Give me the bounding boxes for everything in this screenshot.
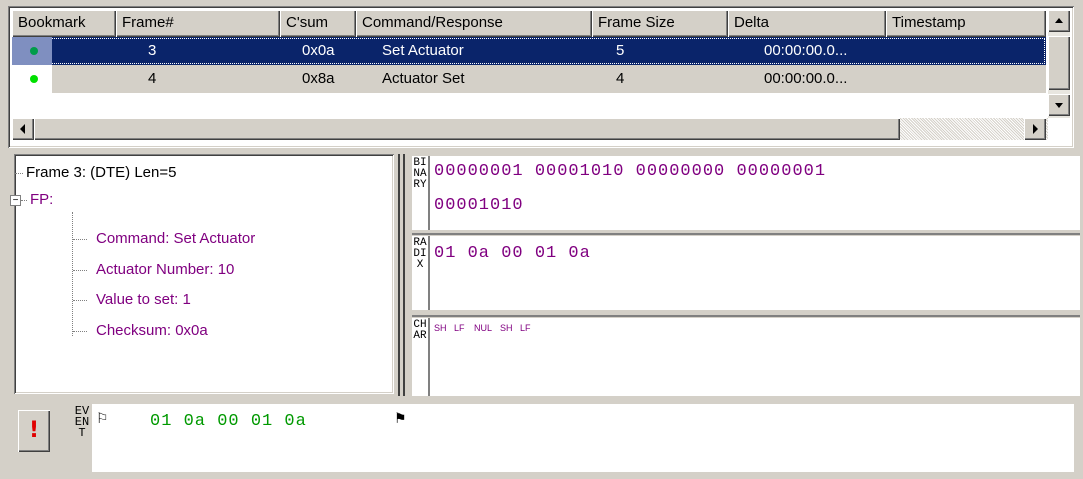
tree-connector	[14, 176, 15, 196]
frame-size-cell: 5	[616, 42, 625, 59]
checksum-cell: 0x0a	[302, 42, 335, 59]
frame-number-cell: 3	[148, 42, 157, 59]
bookmark-cell[interactable]	[12, 65, 52, 93]
command-cell: Set Actuator	[382, 42, 464, 59]
table-row[interactable]: 3 0x0a Set Actuator 5 00:00:00.0...	[12, 37, 1046, 65]
horizontal-scrollbar[interactable]	[12, 118, 1048, 140]
tree-field-actuator-number[interactable]: Actuator Number: 10	[96, 259, 234, 281]
pane-border	[412, 233, 1080, 235]
char-pane[interactable]: CHAR SH LF NUL SH LF	[412, 315, 1080, 396]
scroll-down-icon	[1055, 103, 1063, 108]
bookmark-dot-icon	[30, 75, 38, 83]
column-frame-number[interactable]: Frame#	[116, 10, 280, 37]
column-timestamp[interactable]: Timestamp	[886, 10, 1046, 37]
horizontal-scroll-thumb[interactable]	[34, 118, 900, 140]
control-char[interactable]: SH	[500, 324, 513, 333]
event-pane[interactable]: ⚐ 01 0a 00 01 0a ⚑	[92, 404, 1074, 472]
frame-size-cell: 4	[616, 70, 625, 87]
binary-data-line[interactable]: 00001010	[434, 192, 524, 220]
tree-field-value[interactable]: Value to set: 1	[96, 289, 191, 311]
tree-field-checksum[interactable]: Checksum: 0x0a	[96, 320, 208, 342]
event-hex-data[interactable]: 01 0a 00 01 0a	[150, 410, 307, 434]
bookmark-cell[interactable]	[12, 37, 52, 65]
scroll-up-button[interactable]	[1048, 10, 1070, 32]
scroll-left-button[interactable]	[12, 118, 34, 140]
scroll-right-icon	[1033, 124, 1038, 134]
tree-frame-node[interactable]: Frame 3: (DTE) Len=5	[26, 162, 176, 184]
binary-pane[interactable]: BINARY 00000001 00001010 00000000 000000…	[412, 156, 1080, 230]
delta-cell: 00:00:00.0...	[764, 42, 848, 59]
column-command-response[interactable]: Command/Response	[356, 10, 592, 37]
event-alert-button[interactable]: !	[18, 410, 50, 452]
radix-pane[interactable]: RADIX 01 0a 00 01 0a	[412, 233, 1080, 310]
control-char[interactable]: LF	[520, 324, 531, 333]
command-cell: Actuator Set	[382, 70, 465, 87]
splitter-grip	[403, 154, 405, 396]
event-pane-label: EVENT	[74, 406, 90, 440]
binary-data-line[interactable]: 00000001 00001010 00000000 00000001	[434, 158, 826, 186]
vertical-scrollbar[interactable]	[1048, 10, 1070, 118]
radix-data-line[interactable]: 01 0a 00 01 0a	[434, 240, 591, 268]
scroll-down-button[interactable]	[1048, 94, 1070, 116]
scroll-left-icon	[20, 124, 25, 134]
tree-fp-node[interactable]: FP:	[30, 189, 53, 211]
tree-connector	[73, 300, 87, 301]
tree-connector	[21, 200, 27, 201]
control-char[interactable]: SH	[434, 324, 447, 333]
radix-pane-label: RADIX	[413, 237, 427, 271]
tree-connector	[72, 212, 73, 336]
tree-connector	[73, 239, 87, 240]
flag-end-icon: ⚑	[394, 411, 407, 427]
pane-border	[428, 318, 430, 396]
control-char[interactable]: NUL	[474, 324, 492, 333]
table-row[interactable]: 4 0x8a Actuator Set 4 00:00:00.0...	[12, 65, 1046, 93]
frame-number-cell: 4	[148, 70, 157, 87]
column-bookmark[interactable]: Bookmark	[12, 10, 116, 37]
pane-border	[412, 315, 1080, 317]
vertical-scroll-thumb[interactable]	[1048, 36, 1070, 90]
tree-connector	[15, 173, 23, 174]
delta-cell: 00:00:00.0...	[764, 70, 848, 87]
scroll-right-button[interactable]	[1024, 118, 1046, 140]
tree-field-command[interactable]: Command: Set Actuator	[96, 228, 255, 250]
pane-border	[428, 156, 430, 230]
panel-splitter[interactable]	[396, 154, 410, 396]
frame-list-header: Bookmark Frame# C'sum Command/Response F…	[12, 10, 1046, 37]
bookmark-dot-icon	[30, 47, 38, 55]
splitter-grip	[398, 154, 400, 396]
column-delta[interactable]: Delta	[728, 10, 886, 37]
control-char[interactable]: LF	[454, 324, 465, 333]
pane-border	[428, 236, 430, 310]
binary-pane-label: BINARY	[413, 157, 427, 191]
char-pane-label: CHAR	[413, 319, 427, 342]
tree-expander[interactable]: −	[10, 195, 21, 206]
scroll-up-icon	[1055, 18, 1063, 23]
checksum-cell: 0x8a	[302, 70, 335, 87]
flag-start-icon: ⚐	[96, 411, 109, 427]
column-frame-size[interactable]: Frame Size	[592, 10, 728, 37]
tree-connector	[73, 331, 87, 332]
tree-connector	[73, 270, 87, 271]
alert-icon: !	[29, 418, 40, 443]
column-checksum[interactable]: C'sum	[280, 10, 356, 37]
